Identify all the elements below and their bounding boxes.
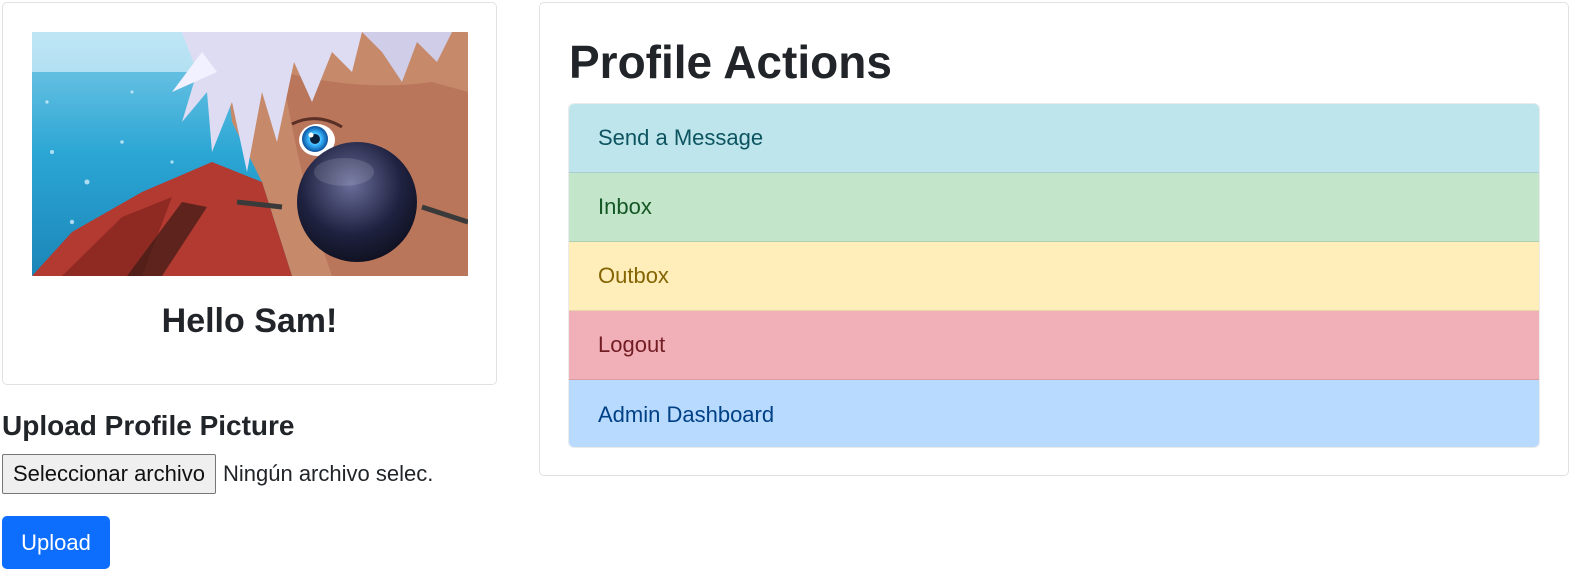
file-status-text: Ningún archivo selec. — [222, 461, 434, 486]
action-inbox[interactable]: Inbox — [569, 173, 1539, 242]
action-outbox[interactable]: Outbox — [569, 242, 1539, 311]
avatar-image — [32, 32, 468, 276]
profile-actions-card: Profile Actions Send a Message Inbox Out… — [539, 2, 1569, 476]
greeting-heading: Hello Sam! — [161, 302, 338, 340]
profile-card: Hello Sam! — [2, 2, 497, 385]
action-admin-dashboard[interactable]: Admin Dashboard — [569, 380, 1539, 447]
choose-file-button[interactable]: Seleccionar archivo — [2, 454, 216, 494]
file-input[interactable]: Seleccionar archivo Ningún archivo selec… — [2, 454, 433, 494]
upload-button[interactable]: Upload — [2, 516, 110, 569]
upload-heading: Upload Profile Picture — [2, 410, 295, 441]
action-logout[interactable]: Logout — [569, 311, 1539, 380]
avatar — [32, 32, 468, 276]
action-send-message[interactable]: Send a Message — [569, 104, 1539, 173]
actions-title: Profile Actions — [569, 36, 892, 88]
action-list: Send a Message Inbox Outbox Logout Admin… — [568, 103, 1540, 448]
